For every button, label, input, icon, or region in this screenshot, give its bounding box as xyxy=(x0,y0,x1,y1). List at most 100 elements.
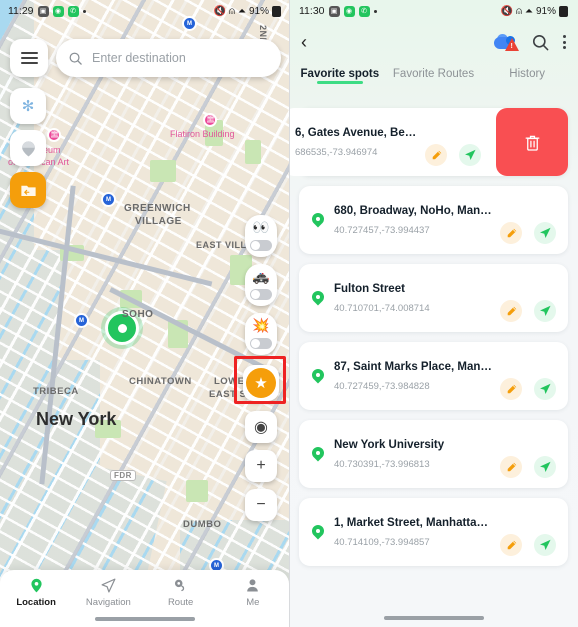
whatsapp-icon: ✆ xyxy=(67,5,79,17)
map-right-controls: 👀 🚓 💥 ★ ◉ + − xyxy=(234,215,286,521)
list-item-actions xyxy=(500,534,556,556)
map-label: SOHO xyxy=(122,309,154,320)
status-left: 11:29 ▣ ◉ ✆ xyxy=(8,5,86,17)
toggle-switch[interactable] xyxy=(250,289,272,300)
list-item-title: 680, Broadway, NoHo, Manhattan, Ne… xyxy=(334,204,492,217)
route-icon xyxy=(175,579,185,592)
status-right: 🔇 ⍝ ⏶ 91% xyxy=(500,5,568,17)
my-location-button[interactable]: ◉ xyxy=(245,411,277,443)
toggle-switch[interactable] xyxy=(250,240,272,251)
poi-marker[interactable] xyxy=(203,113,217,127)
tab-label: History xyxy=(509,68,546,80)
nav-item-navigation[interactable]: Navigation xyxy=(72,577,144,608)
whatsapp-icon: ✆ xyxy=(358,5,370,17)
search-icon[interactable] xyxy=(531,33,550,52)
list-item-title: 6, Gates Avenue, Bedford-Stuyves… xyxy=(295,126,417,139)
navigate-button[interactable] xyxy=(534,300,556,322)
list-item-title: New York University xyxy=(334,438,445,451)
edit-button[interactable] xyxy=(500,222,522,244)
subway-station-icon[interactable]: M xyxy=(101,192,116,207)
crosshair-icon: ◉ xyxy=(254,419,268,436)
map-label: DUMBO xyxy=(183,519,222,530)
list-item[interactable]: 87, Saint Marks Place, Manhattan Co… 40.… xyxy=(299,342,568,410)
tab-favorite-routes[interactable]: Favorite Routes xyxy=(387,62,481,80)
list-item-actions xyxy=(500,300,556,322)
wifi-icon: ⍝ xyxy=(228,5,235,17)
collision-icon: 💥 xyxy=(252,317,270,333)
image-icon: ▣ xyxy=(328,5,340,17)
tab-label: Favorite Routes xyxy=(392,68,475,80)
paper-plane-icon xyxy=(540,461,551,473)
zoom-out-button[interactable]: − xyxy=(245,489,277,521)
toggle-switch[interactable] xyxy=(250,338,272,349)
kebab-menu-icon[interactable] xyxy=(563,35,566,49)
navigate-button[interactable] xyxy=(534,534,556,556)
edit-button[interactable] xyxy=(500,534,522,556)
signal-icon: ⏶ xyxy=(237,5,246,17)
cloud-warning-icon[interactable] xyxy=(494,33,519,51)
edit-button[interactable] xyxy=(500,378,522,400)
location-pin-icon xyxy=(31,578,42,593)
status-time: 11:30 xyxy=(299,5,325,17)
map-label-city: New York xyxy=(36,409,117,429)
edit-button[interactable] xyxy=(425,144,447,166)
tab-favorite-spots[interactable]: Favorite spots xyxy=(293,62,387,84)
compass-icon-button[interactable]: ✻ xyxy=(10,88,46,124)
navigate-button[interactable] xyxy=(534,222,556,244)
location-pin-icon xyxy=(311,525,325,539)
hamburger-menu-button[interactable] xyxy=(10,39,48,77)
tab-active-underline xyxy=(316,81,363,84)
navigate-button[interactable] xyxy=(534,378,556,400)
image-icon: ▣ xyxy=(37,5,49,17)
status-time: 11:29 xyxy=(8,5,34,17)
edit-button[interactable] xyxy=(500,456,522,478)
nav-item-route[interactable]: Route xyxy=(145,577,217,608)
list-item[interactable]: Fulton Street 40.710701,-74.008714 xyxy=(299,264,568,332)
map-label-road-shield: FDR xyxy=(110,470,136,481)
favorites-star-button[interactable]: ★ xyxy=(243,365,279,401)
saved-folder-button[interactable] xyxy=(10,172,46,208)
screen-divider xyxy=(289,0,290,627)
nav-item-location[interactable]: Location xyxy=(0,577,72,608)
map-label: GREENWICH xyxy=(124,203,191,214)
nav-item-me[interactable]: Me xyxy=(217,577,289,608)
mute-icon: 🔇 xyxy=(500,5,513,17)
pencil-icon xyxy=(507,306,516,315)
star-icon: ★ xyxy=(246,368,276,398)
accident-toggle[interactable]: 💥 xyxy=(245,313,277,355)
map-layers-button[interactable] xyxy=(10,130,46,166)
map-label: CHINATOWN xyxy=(129,376,192,387)
tab-history[interactable]: History xyxy=(480,62,574,80)
back-button[interactable]: ‹ xyxy=(301,33,307,51)
list-item-content[interactable]: 6, Gates Avenue, Bedford-Stuyves… 686535… xyxy=(289,108,491,176)
list-item[interactable]: New York University 40.730391,-73.996813 xyxy=(299,420,568,488)
pencil-icon xyxy=(507,540,516,549)
subway-station-icon[interactable]: M xyxy=(74,313,89,328)
eyes-speed-camera-toggle[interactable]: 👀 xyxy=(245,215,277,257)
delete-button[interactable] xyxy=(496,108,568,176)
destination-search-input[interactable]: Enter destination xyxy=(56,39,281,77)
list-item[interactable]: 1, Market Street, Manhattan Commun… 40.7… xyxy=(299,498,568,566)
folder-back-icon xyxy=(20,185,36,196)
paper-plane-icon xyxy=(540,383,551,395)
battery-percent: 91% xyxy=(248,5,269,17)
dot-icon xyxy=(373,9,377,13)
poi-marker[interactable] xyxy=(47,128,61,142)
police-toggle[interactable]: 🚓 xyxy=(245,264,277,306)
location-pin-icon xyxy=(311,369,325,383)
app-bar: ‹ xyxy=(289,22,578,62)
search-icon xyxy=(69,52,82,65)
location-pin-icon xyxy=(311,213,325,227)
list-item-title: 87, Saint Marks Place, Manhattan Co… xyxy=(334,360,492,373)
list-item-actions xyxy=(500,378,556,400)
edit-button[interactable] xyxy=(500,300,522,322)
zoom-in-button[interactable]: + xyxy=(245,450,277,482)
navigate-button[interactable] xyxy=(534,456,556,478)
list-item[interactable]: 6, Gates Avenue, Bedford-Stuyves… 686535… xyxy=(289,108,568,176)
navigate-button[interactable] xyxy=(459,144,481,166)
list-item[interactable]: 680, Broadway, NoHo, Manhattan, Ne… 40.7… xyxy=(299,186,568,254)
list-item-title: Fulton Street xyxy=(334,282,405,295)
nav-label: Navigation xyxy=(85,597,131,608)
list-item-actions xyxy=(500,222,556,244)
eyes-icon: 👀 xyxy=(252,219,270,235)
